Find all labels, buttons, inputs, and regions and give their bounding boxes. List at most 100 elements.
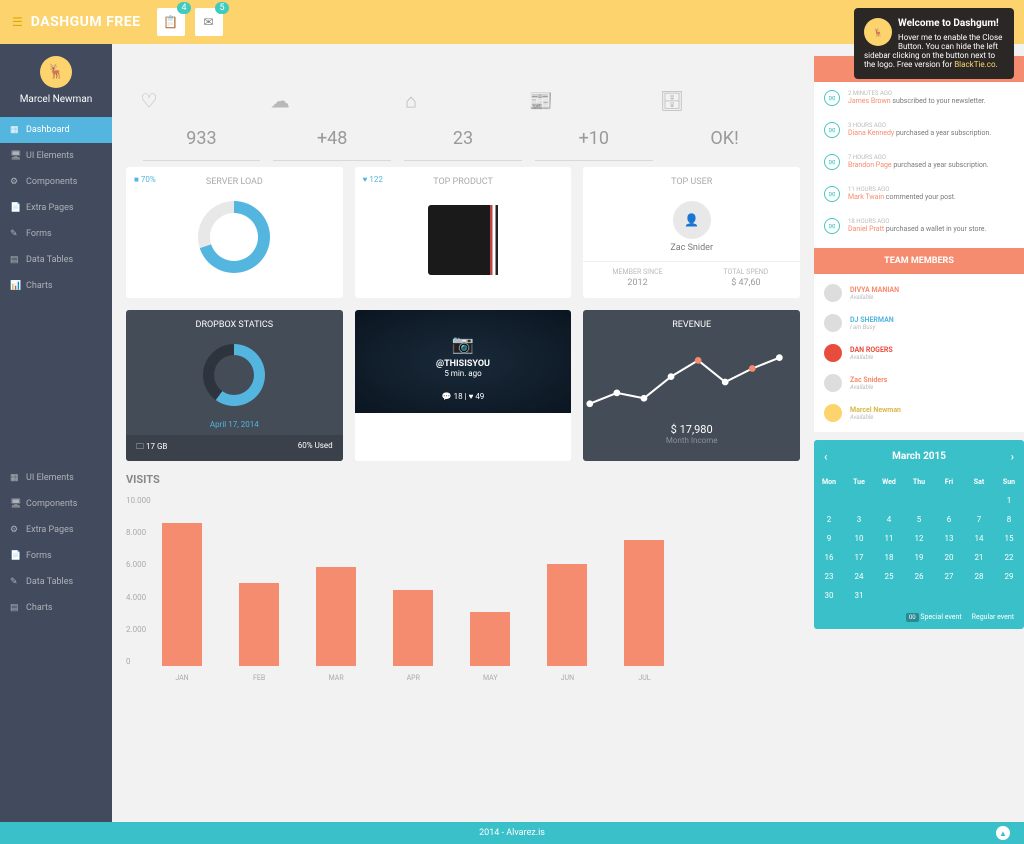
- member-avatar: [824, 344, 842, 362]
- team-member[interactable]: DJ SHERMANI am Busy: [814, 308, 1024, 338]
- instagram-card: 📷 @THISISYOU 5 min. ago 💬 18 | ♥ 49: [355, 310, 572, 461]
- sidebar-item-forms[interactable]: ✎Forms: [0, 221, 112, 247]
- cal-day[interactable]: 29: [994, 567, 1024, 586]
- sidebar-item-data-tables[interactable]: ✎Data Tables: [0, 569, 112, 595]
- nav-icon: ✎: [10, 577, 20, 587]
- cal-month: March 2015: [892, 451, 946, 462]
- cal-day[interactable]: 11: [874, 529, 904, 548]
- cal-day[interactable]: 28: [964, 567, 994, 586]
- svg-text:📰: 📰: [529, 90, 553, 113]
- cal-day[interactable]: 5: [904, 510, 934, 529]
- tasks-icon[interactable]: 📋4: [157, 8, 185, 36]
- sidebar-item-components[interactable]: ⚙Components: [0, 169, 112, 195]
- brand[interactable]: DASHGUM FREE: [31, 14, 141, 30]
- nav-icon: ▦: [10, 125, 20, 135]
- notification-item[interactable]: ✉2 MINUTES AGOJames Brown subscribed to …: [814, 82, 1024, 114]
- cal-next-icon[interactable]: ›: [1011, 450, 1014, 463]
- member-avatar: [824, 314, 842, 332]
- likes-badge: ♥ 122: [363, 175, 383, 184]
- cal-day[interactable]: 2: [814, 510, 844, 529]
- cal-day[interactable]: 8: [994, 510, 1024, 529]
- calendar: ‹ March 2015 › MonTueWedThuFriSatSun1234…: [814, 440, 1024, 629]
- avatar[interactable]: 🦌: [40, 56, 72, 88]
- sidebar-item-dashboard[interactable]: ▦Dashboard: [0, 117, 112, 143]
- cal-day[interactable]: 20: [934, 548, 964, 567]
- cal-day[interactable]: 10: [844, 529, 874, 548]
- welcome-toast[interactable]: 🦌 Welcome to Dashgum! Hover me to enable…: [854, 8, 1014, 79]
- menu-toggle-icon[interactable]: ☰: [12, 15, 23, 29]
- notification-item[interactable]: ✉3 HOURS AGODiana Kennedy purchased a ye…: [814, 114, 1024, 146]
- chart-bar: FEB: [239, 583, 279, 666]
- cal-day[interactable]: 17: [844, 548, 874, 567]
- notifications-list: ✉2 MINUTES AGOJames Brown subscribed to …: [814, 82, 1024, 248]
- nav-icon: ▤: [10, 255, 20, 265]
- notification-item[interactable]: ✉7 HOURS AGOBrandon Page purchased a yea…: [814, 146, 1024, 178]
- cal-day[interactable]: 9: [814, 529, 844, 548]
- sidebar-item-components[interactable]: 🖥Components: [0, 491, 112, 517]
- cal-day[interactable]: 24: [844, 567, 874, 586]
- scroll-top-icon[interactable]: ▲: [996, 826, 1010, 840]
- cal-day[interactable]: 25: [874, 567, 904, 586]
- cal-day[interactable]: 6: [934, 510, 964, 529]
- cal-day[interactable]: 21: [964, 548, 994, 567]
- cal-day[interactable]: 3: [844, 510, 874, 529]
- stat-item: ♡933: [136, 88, 267, 149]
- cal-day[interactable]: 4: [874, 510, 904, 529]
- nav-icon: 🖥: [10, 151, 20, 161]
- cal-day[interactable]: 15: [994, 529, 1024, 548]
- nav-secondary: ▦UI Elements🖥Components⚙Extra Pages📄Form…: [0, 465, 112, 823]
- stat-item: ⌂23: [398, 88, 529, 149]
- cal-day[interactable]: 12: [904, 529, 934, 548]
- cal-day[interactable]: 27: [934, 567, 964, 586]
- cal-day[interactable]: 23: [814, 567, 844, 586]
- cal-day[interactable]: 14: [964, 529, 994, 548]
- sidebar-item-extra-pages[interactable]: 📄Extra Pages: [0, 195, 112, 221]
- nav-icon: ▤: [10, 603, 20, 613]
- donut-chart: [203, 344, 265, 406]
- cal-day[interactable]: 1: [994, 491, 1024, 510]
- stat-item: 🗄OK!: [659, 88, 790, 149]
- sidebar-item-extra-pages[interactable]: ⚙Extra Pages: [0, 517, 112, 543]
- svg-text:🗄: 🗄: [660, 90, 685, 113]
- notif-icon: ✉: [824, 218, 840, 234]
- team-member[interactable]: DIVYA MANIANAvailable: [814, 278, 1024, 308]
- cal-day[interactable]: 30: [814, 586, 844, 605]
- cal-day[interactable]: 31: [844, 586, 874, 605]
- cal-day[interactable]: 19: [904, 548, 934, 567]
- cal-day[interactable]: 18: [874, 548, 904, 567]
- stat-item: 📰+10: [528, 88, 659, 149]
- cal-day[interactable]: 16: [814, 548, 844, 567]
- team-member[interactable]: Zac SnidersAvailable: [814, 368, 1024, 398]
- sidebar-item-charts[interactable]: 📊Charts: [0, 273, 112, 299]
- dropbox-date: April 17, 2014: [126, 420, 343, 429]
- notification-item[interactable]: ✉18 HOURS AGODaniel Pratt purchased a wa…: [814, 210, 1024, 242]
- cal-day[interactable]: 13: [934, 529, 964, 548]
- toast-link[interactable]: BlackTie.co: [954, 60, 995, 69]
- notif-icon: ✉: [824, 122, 840, 138]
- inbox-badge: 5: [215, 2, 228, 14]
- sidebar-item-ui-elements[interactable]: ▦UI Elements: [0, 465, 112, 491]
- footer: 2014 - Alvarez.is ▲: [0, 822, 1024, 844]
- notification-item[interactable]: ✉11 HOURS AGOMark Twain commented your p…: [814, 178, 1024, 210]
- sidebar-item-charts[interactable]: ▤Charts: [0, 595, 112, 621]
- team-member[interactable]: Marcel NewmanAvailable: [814, 398, 1024, 428]
- team-member[interactable]: DAN ROGERSAvailable: [814, 338, 1024, 368]
- cal-day[interactable]: 26: [904, 567, 934, 586]
- chart-bar: MAY: [470, 612, 510, 666]
- profile: 🦌 Marcel Newman: [0, 44, 112, 117]
- profile-name: Marcel Newman: [0, 94, 112, 105]
- server-load-badge: ■ 70%: [134, 175, 156, 184]
- chart-bar: APR: [393, 590, 433, 667]
- product-image: [428, 205, 498, 275]
- nav-icon: ▦: [10, 473, 20, 483]
- notif-icon: ✉: [824, 186, 840, 202]
- cal-day[interactable]: 22: [994, 548, 1024, 567]
- cal-prev-icon[interactable]: ‹: [824, 450, 827, 463]
- sidebar: 🦌 Marcel Newman ▦Dashboard🖥UI Elements⚙C…: [0, 44, 112, 822]
- revenue-value: $ 17,980: [583, 423, 800, 436]
- cal-day[interactable]: 7: [964, 510, 994, 529]
- sidebar-item-data-tables[interactable]: ▤Data Tables: [0, 247, 112, 273]
- sidebar-item-ui-elements[interactable]: 🖥UI Elements: [0, 143, 112, 169]
- sidebar-item-forms[interactable]: 📄Forms: [0, 543, 112, 569]
- inbox-icon[interactable]: ✉5: [195, 8, 223, 36]
